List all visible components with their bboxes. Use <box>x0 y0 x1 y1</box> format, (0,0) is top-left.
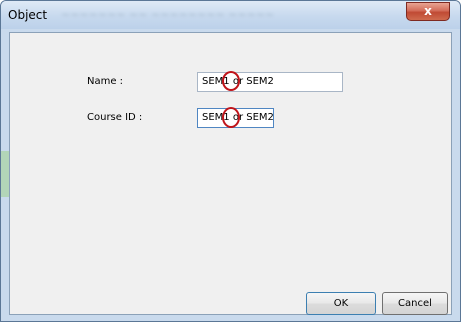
blurred-background-text: ~~~~~~~ ~~ ~~~~~~~~ ~~~~~ <box>61 8 275 21</box>
background-edge <box>1 151 9 197</box>
cancel-button[interactable]: Cancel <box>382 292 448 315</box>
annotation-circle-name <box>222 71 240 91</box>
ok-button[interactable]: OK <box>306 292 376 315</box>
window-title: Object <box>8 8 48 22</box>
object-dialog: Object ~~~~~~~ ~~ ~~~~~~~~ ~~~~~ x Name … <box>0 0 461 322</box>
close-icon: x <box>424 4 432 18</box>
cancel-button-label: Cancel <box>398 298 432 309</box>
title-bar[interactable]: Object ~~~~~~~ ~~ ~~~~~~~~ ~~~~~ x <box>1 1 460 29</box>
close-button[interactable]: x <box>406 2 450 21</box>
annotation-circle-course-id <box>222 107 240 128</box>
name-label: Name : <box>87 76 124 87</box>
name-field[interactable]: SEM1 or SEM2 <box>197 72 343 92</box>
course-id-label: Course ID : <box>87 112 143 123</box>
ok-button-label: OK <box>333 298 349 309</box>
